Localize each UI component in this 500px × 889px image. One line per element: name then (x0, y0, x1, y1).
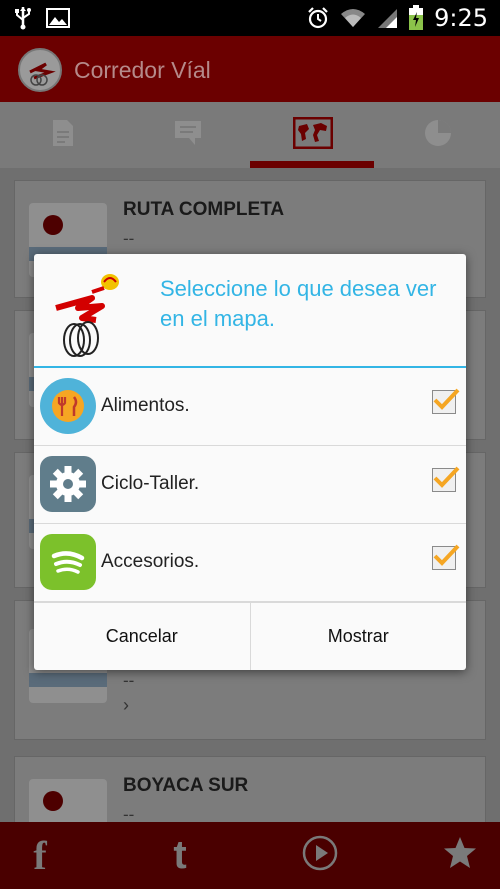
option-ciclo-taller[interactable]: Ciclo-Taller. (34, 446, 466, 524)
facebook-icon: f (33, 833, 47, 878)
list-item-subtitle: -- (123, 229, 135, 248)
alarm-icon (306, 6, 330, 30)
dialog-buttons: Cancelar Mostrar (34, 602, 466, 670)
list-item-title: BOYACA SUR (123, 775, 249, 796)
play-button[interactable] (280, 822, 360, 889)
world-map-icon (292, 116, 333, 154)
option-checkbox[interactable] (432, 544, 460, 570)
chevron-right-icon: › (123, 695, 129, 715)
image-icon (46, 8, 70, 28)
option-label: Alimentos. (101, 395, 190, 416)
tab-map[interactable] (250, 102, 375, 168)
option-checkbox[interactable] (432, 466, 460, 492)
wifi-icon (340, 7, 366, 29)
cycling-logo-icon (52, 268, 132, 358)
list-item-subtitle: -- (123, 671, 135, 690)
usb-icon (14, 6, 32, 30)
option-accesorios[interactable]: Accesorios. (34, 524, 466, 602)
app-title: Corredor Víal (74, 57, 211, 83)
option-alimentos[interactable]: Alimentos. (34, 368, 466, 446)
accessories-icon (40, 534, 96, 590)
battery-charging-icon (408, 5, 424, 31)
cancel-button[interactable]: Cancelar (34, 603, 250, 670)
pie-chart-icon (423, 118, 453, 153)
signal-icon (376, 7, 398, 29)
tumblr-button[interactable]: t (140, 822, 220, 889)
tumblr-icon: t (173, 833, 187, 877)
status-bar: 9:25 (0, 0, 500, 36)
option-label: Ciclo-Taller. (101, 473, 200, 494)
favorite-button[interactable] (420, 822, 500, 889)
gear-icon (40, 456, 96, 512)
facebook-button[interactable]: f (0, 822, 80, 889)
option-label: Accesorios. (101, 551, 200, 572)
tab-stats[interactable] (375, 102, 500, 168)
show-button[interactable]: Mostrar (249, 603, 467, 670)
tab-comments[interactable] (125, 102, 250, 168)
cycling-logo-icon[interactable] (18, 48, 62, 92)
play-icon (302, 835, 338, 876)
dialog-title: Seleccione lo que desea ver en el mapa. (160, 276, 437, 331)
star-icon (442, 835, 478, 876)
tab-selected-indicator (250, 161, 374, 168)
tab-document[interactable] (0, 102, 125, 168)
map-filter-dialog: Seleccione lo que desea ver en el mapa. … (34, 254, 466, 670)
dialog-header: Seleccione lo que desea ver en el mapa. (34, 254, 466, 366)
clock: 9:25 (434, 4, 488, 32)
bottom-bar: f t (0, 822, 500, 889)
app-bar: Corredor Víal (0, 36, 500, 102)
food-icon (40, 378, 96, 434)
tab-bar (0, 102, 500, 168)
list-item-title: RUTA COMPLETA (123, 199, 285, 220)
option-checkbox[interactable] (432, 388, 460, 414)
comment-icon (173, 118, 203, 153)
document-icon (51, 118, 75, 153)
